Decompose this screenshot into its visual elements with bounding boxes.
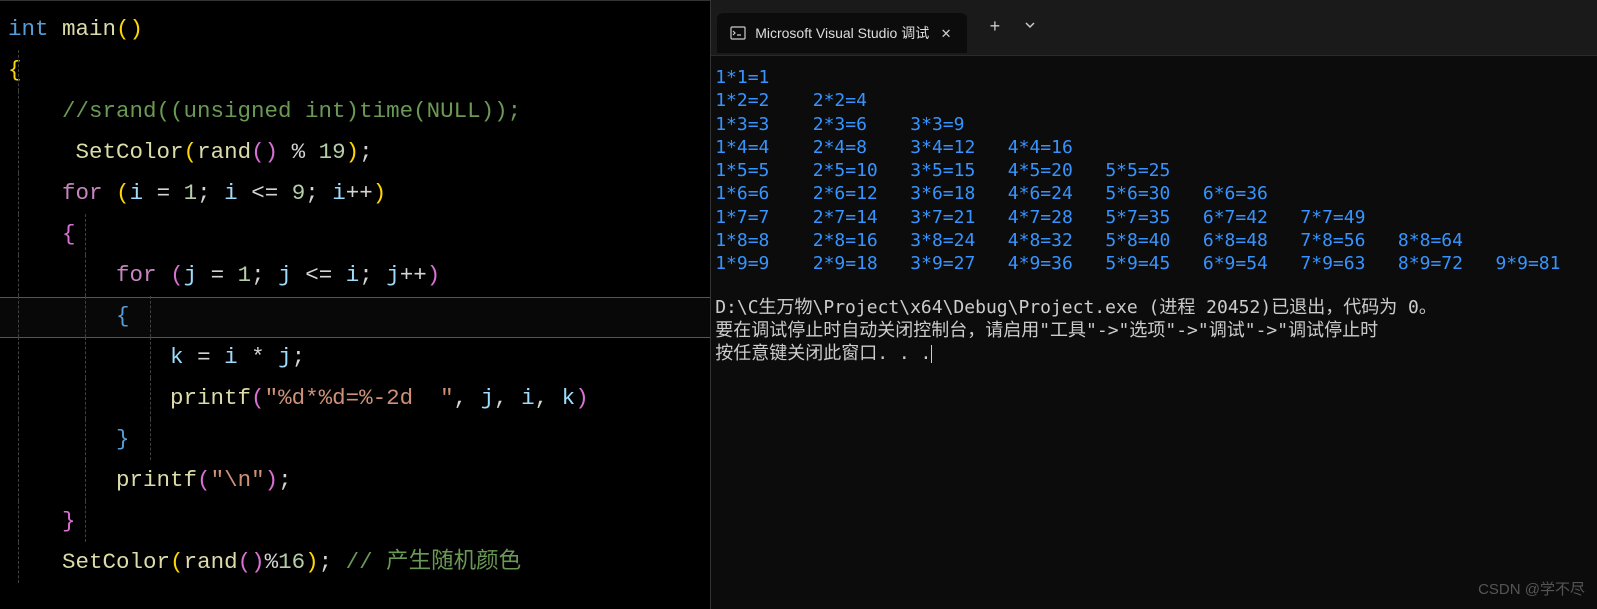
code-line: SetColor(rand() % 19); — [0, 132, 710, 173]
close-icon[interactable]: ✕ — [937, 23, 955, 43]
code-editor[interactable]: int main(){ //srand((unsigned int)time(N… — [0, 0, 710, 609]
code-line: } — [0, 419, 710, 460]
code-line: { — [0, 296, 710, 337]
code-line: SetColor(rand()%16); // 产生随机颜色 — [0, 542, 710, 583]
code-line: } — [0, 501, 710, 542]
terminal-tab-title: Microsoft Visual Studio 调试 — [755, 23, 929, 43]
code-line: for (i = 1; i <= 9; i++) — [0, 173, 710, 214]
code-line: { — [0, 50, 710, 91]
code-line: printf("\n"); — [0, 460, 710, 501]
terminal-body[interactable]: 1*1=1 1*2=2 2*2=4 1*3=3 2*3=6 3*3=9 1*4=… — [711, 56, 1597, 366]
code-content: int main(){ //srand((unsigned int)time(N… — [0, 9, 710, 583]
multiplication-table-output: 1*1=1 1*2=2 2*2=4 1*3=3 2*3=6 3*3=9 1*4=… — [715, 66, 1593, 276]
code-line: int main() — [0, 9, 710, 50]
code-line: printf("%d*%d=%-2d ", j, i, k) — [0, 378, 710, 419]
code-line: k = i * j; — [0, 337, 710, 378]
exit-message: D:\C生万物\Project\x64\Debug\Project.exe (进… — [715, 296, 1593, 366]
code-line: for (j = 1; j <= i; j++) — [0, 255, 710, 296]
code-line: { — [0, 214, 710, 255]
tab-dropdown-icon[interactable] — [1015, 19, 1045, 36]
terminal-window: Microsoft Visual Studio 调试 ✕ + 1*1=1 1*2… — [710, 0, 1597, 609]
code-line: //srand((unsigned int)time(NULL)); — [0, 91, 710, 132]
watermark: CSDN @学不尽 — [1478, 578, 1585, 599]
terminal-tab[interactable]: Microsoft Visual Studio 调试 ✕ — [717, 13, 967, 53]
terminal-tab-bar: Microsoft Visual Studio 调试 ✕ + — [711, 0, 1597, 56]
terminal-icon — [729, 24, 747, 42]
new-tab-button[interactable]: + — [975, 18, 1015, 38]
